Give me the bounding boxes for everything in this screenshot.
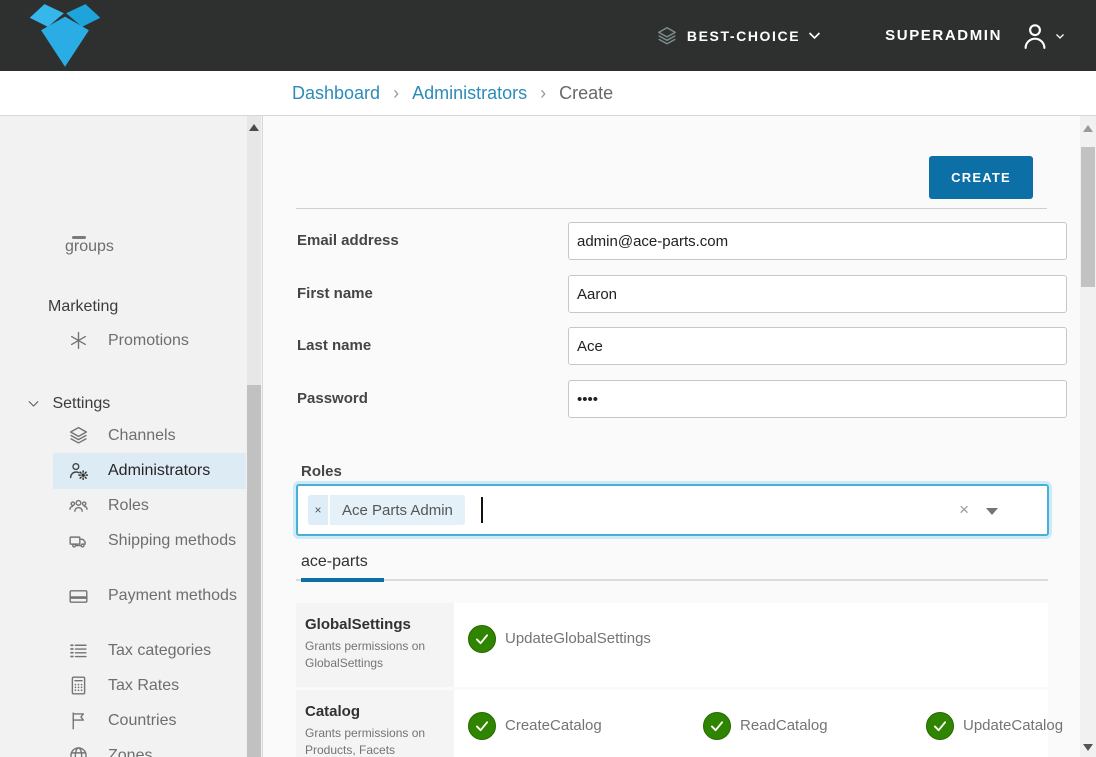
sidebar-item-shipping-methods[interactable]: Shipping methods <box>0 529 263 577</box>
form-row-password: Password <box>296 380 1034 418</box>
toggle-on-icon[interactable] <box>926 712 954 740</box>
toggle-on-icon[interactable] <box>703 712 731 740</box>
breadcrumb-separator: › <box>393 83 399 104</box>
sidebar-item-label: Roles <box>65 494 247 518</box>
channel-switcher[interactable]: BEST-CHOICE <box>656 25 823 47</box>
sidebar-item-label: groups <box>65 237 114 256</box>
permission-name: CreateCatalog <box>505 712 602 740</box>
sidebar-item-label: Zones <box>65 744 247 757</box>
permission-item: ReadCatalog <box>703 712 926 757</box>
permission-group-title: GlobalSettings <box>305 616 444 633</box>
select-dropdown-icon[interactable] <box>986 508 998 515</box>
top-bar: BEST-CHOICE SUPERADMIN <box>0 0 1096 71</box>
toggle-on-icon[interactable] <box>468 712 496 740</box>
scroll-up-icon[interactable] <box>1083 125 1093 132</box>
password-label: Password <box>297 390 368 407</box>
create-button[interactable]: CREATE <box>929 156 1033 199</box>
permission-group-description: Grants permissions on Products, Facets <box>305 725 444 757</box>
permission-row-globalsettings: GlobalSettings Grants permissions on Glo… <box>296 603 1048 687</box>
permission-name: UpdateCatalog <box>963 712 1063 740</box>
scrollbar-thumb[interactable] <box>247 385 261 757</box>
sidebar-item-label: Channels <box>65 424 247 448</box>
email-label: Email address <box>297 232 399 249</box>
roles-select[interactable]: × Ace Parts Admin × <box>296 484 1049 536</box>
sidebar-section-settings[interactable]: Settings <box>26 395 110 413</box>
breadcrumb-dashboard[interactable]: Dashboard <box>292 83 380 104</box>
permission-name: ReadCatalog <box>740 712 828 740</box>
select-clear-icon[interactable]: × <box>959 500 969 520</box>
sidebar-item-zones[interactable]: Zones <box>0 744 263 757</box>
sidebar-section-marketing: Marketing <box>48 298 118 316</box>
sidebar-item-label: Shipping methods <box>65 529 247 553</box>
user-icon <box>1020 21 1050 51</box>
role-chip: × Ace Parts Admin <box>308 495 465 525</box>
sidebar-item-promotions[interactable]: Promotions <box>0 329 263 353</box>
permission-group-title: Catalog <box>305 703 444 720</box>
permission-row-catalog: Catalog Grants permissions on Products, … <box>296 690 1048 757</box>
permission-group: Catalog Grants permissions on Products, … <box>296 690 454 757</box>
username: SUPERADMIN <box>885 27 1002 44</box>
breadcrumb: Dashboard › Administrators › Create <box>0 71 1096 116</box>
sidebar-item-label: Administrators <box>65 459 247 483</box>
sidebar-nav: groups Marketing Promotions Settings Cha… <box>0 116 263 757</box>
sidebar-item-administrators[interactable]: Administrators <box>0 459 263 483</box>
chip-remove-icon[interactable]: × <box>308 495 330 525</box>
permission-item: UpdateCatalog <box>926 712 1063 757</box>
permission-toggles: UpdateGlobalSettings <box>454 603 1048 687</box>
sidebar-item-tax-categories[interactable]: Tax categories <box>0 639 263 663</box>
breadcrumb-current: Create <box>559 83 613 104</box>
permission-item: UpdateGlobalSettings <box>468 625 703 687</box>
last-name-field[interactable] <box>568 327 1067 365</box>
tab-ace-parts[interactable]: ace-parts <box>301 553 384 582</box>
scroll-down-icon[interactable] <box>1083 744 1093 751</box>
form-row-last-name: Last name <box>296 327 1034 365</box>
sidebar-item-tax-rates[interactable]: Tax Rates <box>0 674 263 698</box>
first-name-label: First name <box>297 285 373 302</box>
permission-toggles: CreateCatalog ReadCatalog UpdateCatalog <box>454 690 1063 757</box>
chip-label: Ace Parts Admin <box>330 495 465 525</box>
form-row-email: Email address <box>296 222 1034 260</box>
layers-icon <box>656 25 678 47</box>
sidebar-item-label: Tax categories <box>65 639 247 663</box>
main-scrollbar[interactable] <box>1080 116 1096 757</box>
vendure-logo-icon <box>27 3 103 69</box>
channel-name: BEST-CHOICE <box>687 28 800 44</box>
last-name-label: Last name <box>297 337 371 354</box>
main-content: CREATE Email address First name Last nam… <box>264 116 1080 757</box>
permission-item: CreateCatalog <box>468 712 703 757</box>
topbar-right-cluster: BEST-CHOICE SUPERADMIN <box>656 0 1066 71</box>
chevron-down-icon <box>26 396 41 411</box>
sidebar-item-channels[interactable]: Channels <box>0 424 263 448</box>
scroll-up-icon[interactable] <box>249 124 259 131</box>
user-menu[interactable]: SUPERADMIN <box>885 21 1066 51</box>
channel-tabs: ace-parts <box>296 553 1048 581</box>
permission-group: GlobalSettings Grants permissions on Glo… <box>296 603 454 687</box>
breadcrumb-administrators[interactable]: Administrators <box>412 83 527 104</box>
sidebar-section-label: Settings <box>52 395 110 412</box>
toggle-on-icon[interactable] <box>468 625 496 653</box>
scrollbar-thumb[interactable] <box>1081 147 1095 287</box>
sidebar-item-label: Countries <box>65 709 247 733</box>
sidebar-item-label: Promotions <box>65 329 247 353</box>
sidebar-item-payment-methods[interactable]: Payment methods <box>0 584 263 632</box>
chevron-down-icon <box>1054 30 1066 42</box>
sidebar-item-roles[interactable]: Roles <box>0 494 263 518</box>
sidebar-item-label: Payment methods <box>65 584 247 608</box>
email-field[interactable] <box>568 222 1067 260</box>
breadcrumb-separator: › <box>540 83 546 104</box>
form-row-first-name: First name <box>296 275 1034 313</box>
password-field[interactable] <box>568 380 1067 418</box>
sidebar-item-countries[interactable]: Countries <box>0 709 263 733</box>
chevron-down-icon <box>806 27 823 44</box>
permission-name: UpdateGlobalSettings <box>505 625 651 653</box>
roles-label: Roles <box>301 463 342 480</box>
sidebar-scrollbar[interactable] <box>247 116 261 757</box>
sidebar-item-label: Tax Rates <box>65 674 247 698</box>
text-caret <box>481 497 483 523</box>
permissions-grid: GlobalSettings Grants permissions on Glo… <box>296 603 1048 757</box>
header-divider <box>296 208 1047 209</box>
first-name-field[interactable] <box>568 275 1067 313</box>
permission-group-description: Grants permissions on GlobalSettings <box>305 638 444 673</box>
